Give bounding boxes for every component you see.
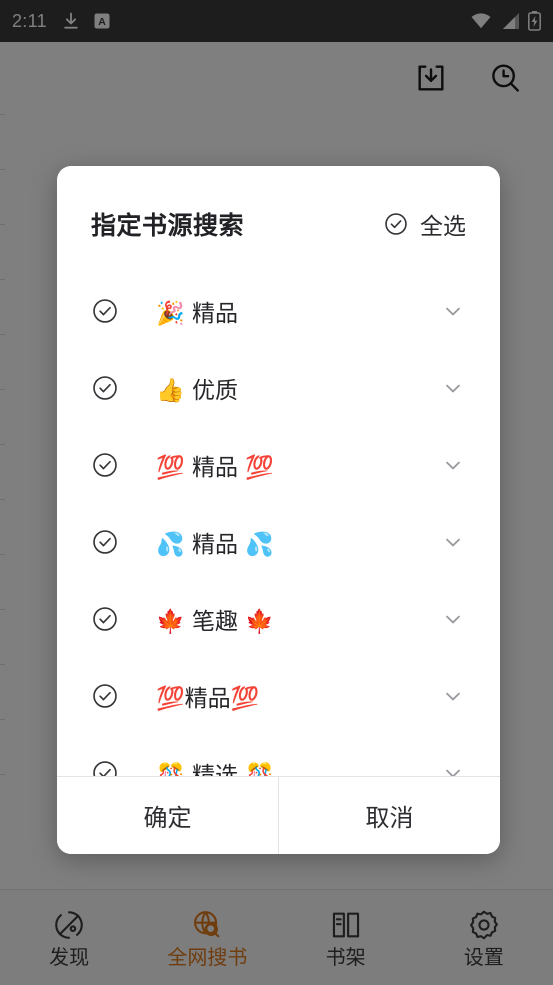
cancel-button[interactable]: 取消 (279, 777, 500, 854)
book-source-list[interactable]: 🎉 精品 👍 优质 💯 精品 💯 💦 精品 💦 🍁 笔趣 🍁 💯精品💯 🎊 精选… (57, 262, 500, 776)
confirm-button[interactable]: 确定 (57, 777, 278, 854)
select-all-label: 全选 (420, 213, 466, 239)
check-circle-icon[interactable] (91, 682, 119, 710)
chevron-down-icon[interactable] (440, 606, 466, 632)
check-circle-icon[interactable] (91, 528, 119, 556)
source-row[interactable]: 🍁 笔趣 🍁 (57, 580, 500, 657)
source-name: 💯 精品 💯 (156, 454, 274, 481)
chevron-down-icon[interactable] (440, 452, 466, 478)
source-name: 💦 精品 💦 (156, 531, 274, 558)
chevron-down-icon[interactable] (440, 529, 466, 555)
source-name: 🎉 精品 (156, 300, 238, 327)
source-name: 💯精品💯 (156, 685, 260, 712)
check-circle-icon[interactable] (91, 605, 119, 633)
source-row[interactable]: 🎉 精品 (57, 272, 500, 349)
chevron-down-icon[interactable] (440, 298, 466, 324)
source-row[interactable]: 👍 优质 (57, 349, 500, 426)
dialog-title: 指定书源搜索 (91, 212, 245, 240)
check-circle-icon[interactable] (91, 297, 119, 325)
source-row[interactable]: 💦 精品 💦 (57, 503, 500, 580)
check-circle-icon[interactable] (91, 374, 119, 402)
source-name: 🍁 笔趣 🍁 (156, 608, 274, 635)
check-circle-icon[interactable] (91, 451, 119, 479)
dialog-action-bar: 确定 取消 (57, 776, 500, 854)
chevron-down-icon[interactable] (440, 683, 466, 709)
check-circle-icon (383, 211, 409, 237)
source-row[interactable]: 💯 精品 💯 (57, 426, 500, 503)
chevron-down-icon[interactable] (440, 375, 466, 401)
specify-book-source-dialog: 指定书源搜索 全选 🎉 精品 👍 优质 💯 精品 💯 💦 精品 💦 🍁 笔趣 🍁… (57, 166, 500, 854)
source-name: 🎊 精选 🎊 (156, 762, 274, 777)
check-circle-icon[interactable] (91, 759, 119, 776)
chevron-down-icon[interactable] (440, 760, 466, 776)
dialog-header: 指定书源搜索 全选 (57, 166, 500, 262)
source-row[interactable]: 💯精品💯 (57, 657, 500, 734)
select-all-toggle[interactable]: 全选 (383, 207, 466, 241)
source-row[interactable]: 🎊 精选 🎊 (57, 734, 500, 776)
source-name: 👍 优质 (156, 377, 238, 404)
